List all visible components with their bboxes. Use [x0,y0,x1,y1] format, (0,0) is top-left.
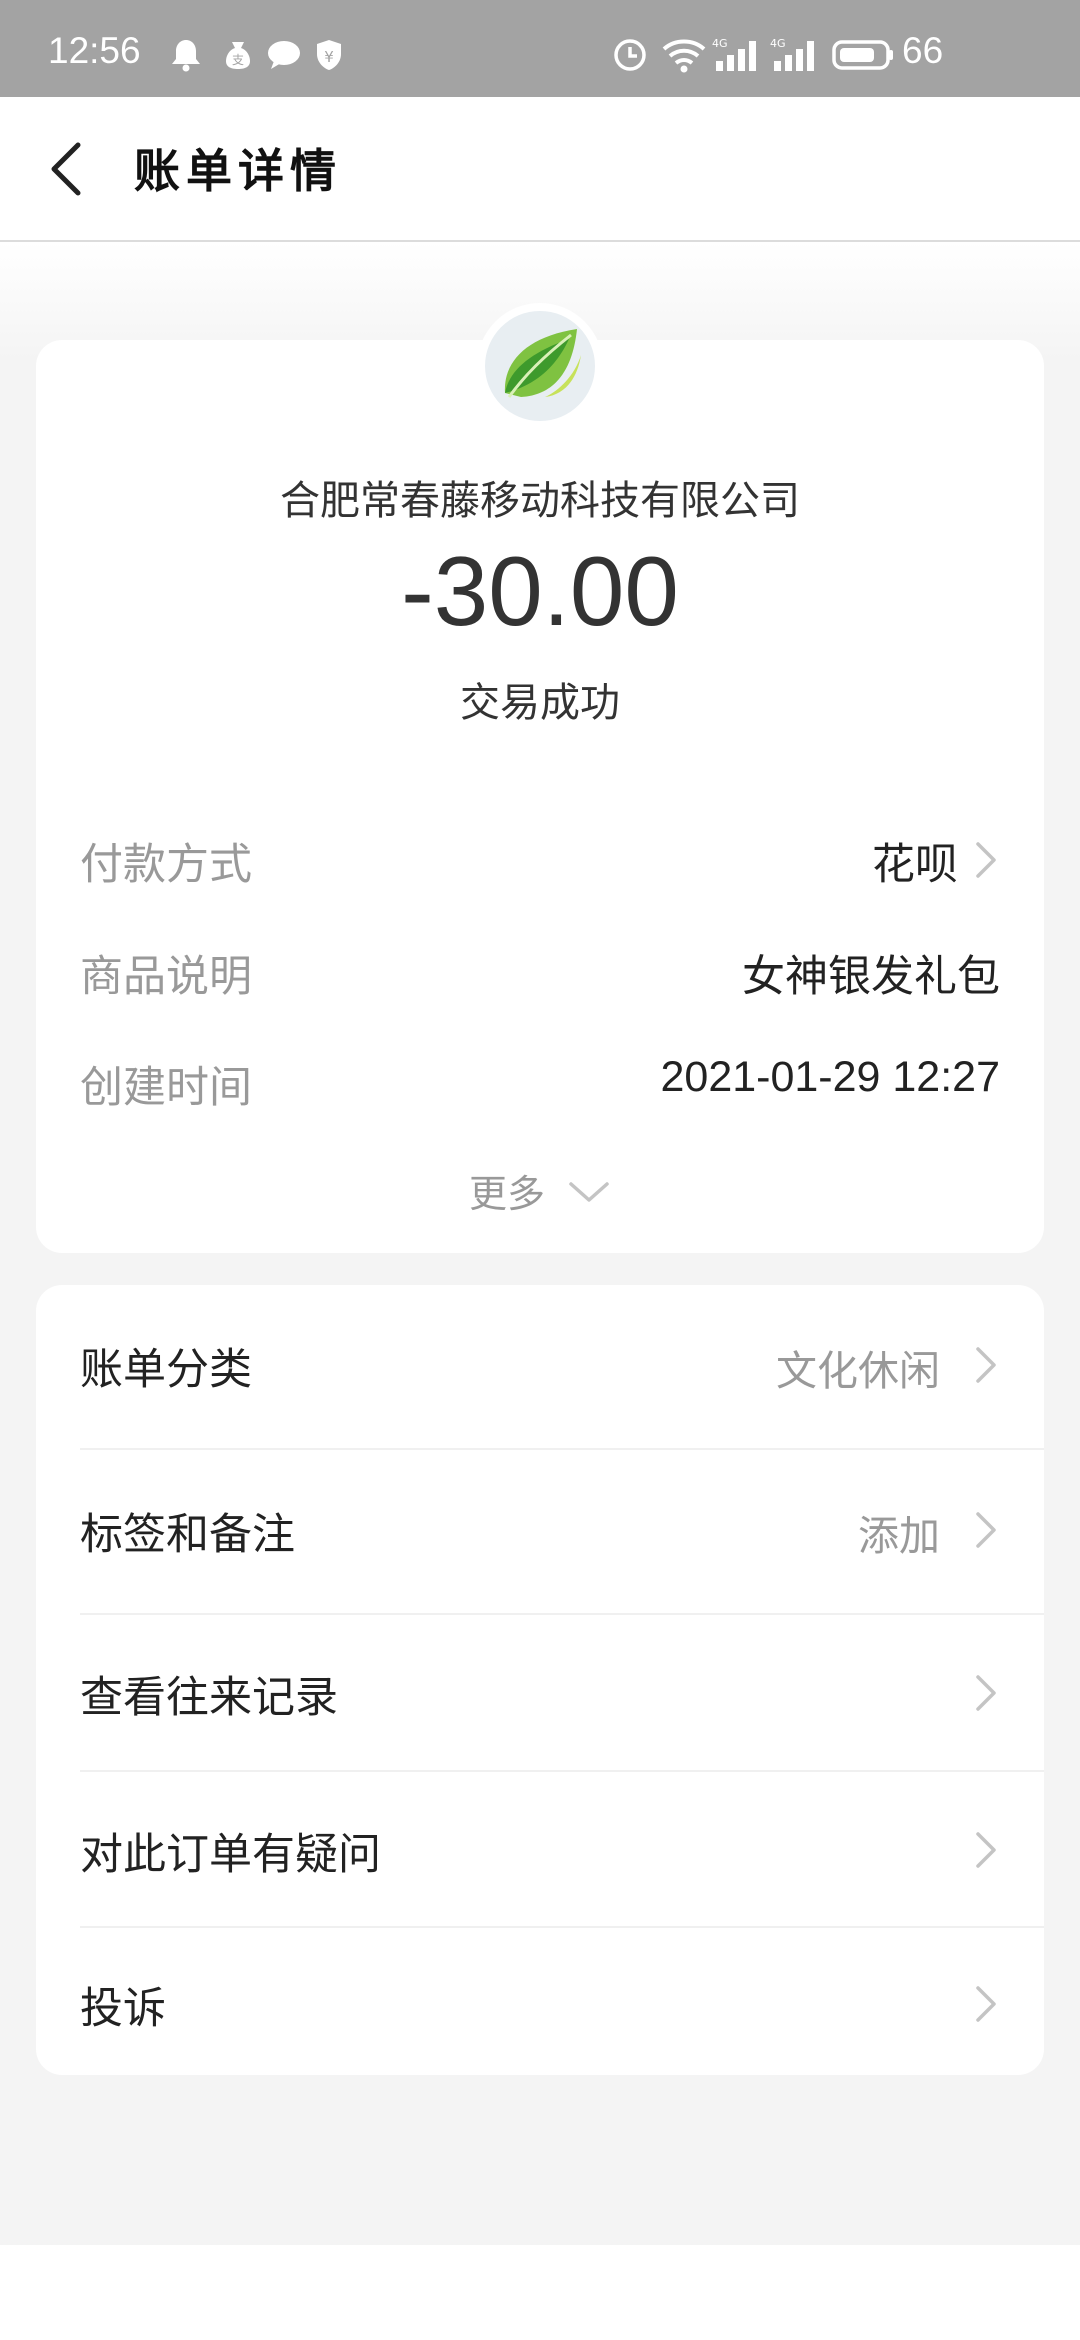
wifi-icon [660,38,708,73]
page-title: 账单详情 [134,144,342,198]
product-description-value: 女神银发礼包 [742,952,1000,1002]
created-time-label: 创建时间 [80,1063,252,1113]
chevron-left-icon[interactable] [40,139,90,199]
app-header: 账单详情 [0,97,1080,242]
more-label: 更多 [468,1172,545,1216]
merchant-name: 合肥常春藤移动科技有限公司 [280,478,800,524]
transaction-history-label: 查看往来记录 [80,1673,338,1723]
battery-level: 66 [902,30,944,71]
signal-1-icon: 4G [712,37,770,72]
payment-method-value: 花呗 [872,840,958,890]
transaction-amount: -30.00 [401,536,679,646]
message-icon [266,38,302,72]
money-bag-icon: 支 [222,38,254,72]
created-time-row: 创建时间 2021-01-29 12:27 [80,1053,1000,1113]
complaint-label: 投诉 [80,1984,166,2034]
chevron-down-icon [569,1181,609,1202]
bill-category-value: 文化休闲 [776,1347,940,1395]
bottom-bar [0,2245,1080,2340]
created-time-value: 2021-01-29 12:27 [660,1053,1000,1101]
order-question-row[interactable]: 对此订单有疑问 [36,1772,1044,1926]
shield-icon: ¥ [314,38,344,72]
product-description-row: 商品说明 女神银发礼包 [80,942,1000,1002]
bell-icon [168,38,204,72]
transaction-history-row[interactable]: 查看往来记录 [36,1615,1044,1770]
svg-text:支: 支 [232,53,244,67]
payment-method-label: 付款方式 [80,840,252,890]
complaint-row[interactable]: 投诉 [36,1928,1044,2075]
chevron-right-icon [976,1832,996,1868]
network-label: 4G [770,37,786,50]
chevron-right-icon [976,1512,996,1548]
chevron-right-icon [976,1347,996,1383]
tags-notes-row[interactable]: 标签和备注 添加 [36,1450,1044,1613]
product-description-label: 商品说明 [80,952,252,1002]
bill-category-label: 账单分类 [80,1345,252,1395]
status-bar: 12:56 支 ¥ 4G 4G 66 [0,0,1080,97]
order-question-label: 对此订单有疑问 [80,1830,381,1880]
tags-notes-label: 标签和备注 [80,1510,295,1560]
chevron-right-icon [976,1986,996,2022]
battery-icon [832,38,894,72]
network-label: 4G [712,37,728,50]
leaf-logo-icon [485,311,595,421]
svg-text:¥: ¥ [324,48,334,66]
chevron-right-icon [976,1675,996,1711]
status-time: 12:56 [48,30,141,71]
transaction-status: 交易成功 [460,680,620,726]
more-toggle[interactable]: 更多 [0,1163,1080,1218]
chevron-right-icon [976,842,996,878]
signal-2-icon: 4G [770,37,826,72]
tags-notes-value: 添加 [858,1512,940,1560]
alarm-icon [612,38,648,72]
back-button[interactable] [40,139,90,199]
bill-category-row[interactable]: 账单分类 文化休闲 [36,1285,1044,1448]
merchant-logo-frame [477,303,603,429]
payment-method-row[interactable]: 付款方式 花呗 [80,830,1000,890]
